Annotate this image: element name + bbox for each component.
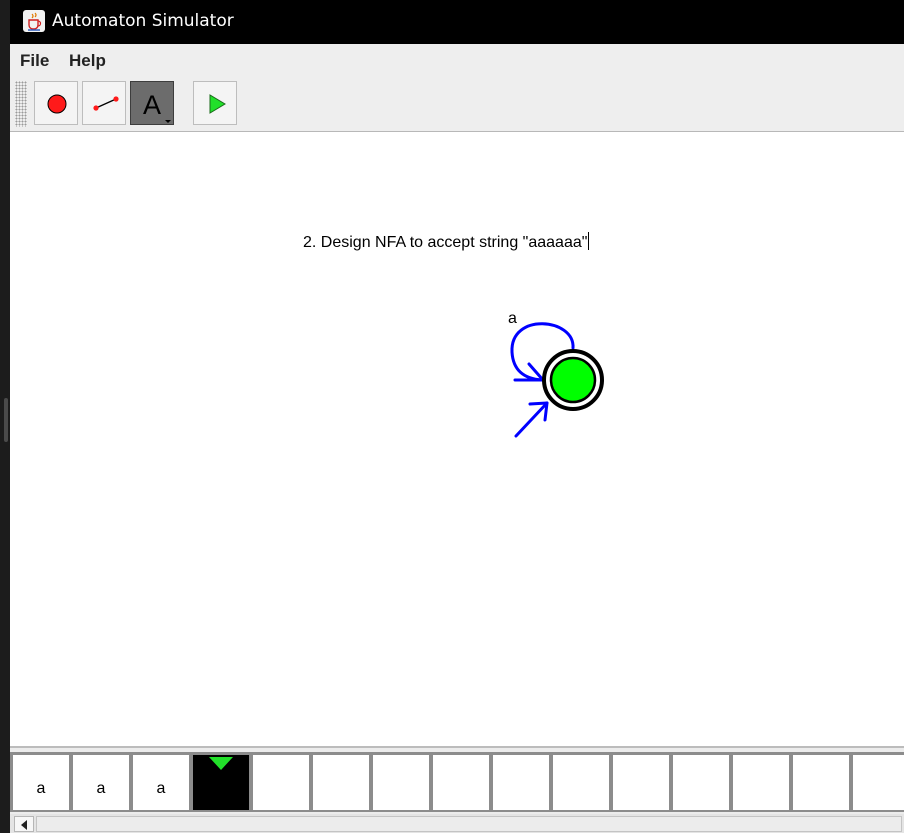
tape-cell[interactable] (373, 755, 429, 810)
tape-cell[interactable]: a (13, 755, 69, 810)
automaton-canvas[interactable]: 2. Design NFA to accept string "aaaaaa" … (10, 132, 904, 746)
transition-symbol-label: a (508, 310, 517, 327)
tape-cell[interactable]: a (133, 755, 189, 810)
state-tool-button[interactable] (34, 81, 78, 125)
tape-horizontal-scrollbar[interactable] (10, 814, 904, 833)
scroll-track[interactable] (36, 816, 902, 832)
menu-file[interactable]: File (20, 51, 49, 71)
tape-cell[interactable] (253, 755, 309, 810)
window-title: Automaton Simulator (52, 11, 234, 31)
menu-help[interactable]: Help (69, 51, 106, 71)
tape-cell[interactable] (553, 755, 609, 810)
tape-cell[interactable] (853, 755, 904, 810)
tape-cell[interactable] (793, 755, 849, 810)
initial-state-arrow (514, 401, 549, 438)
letter-a-icon: A (143, 90, 171, 123)
input-tape: aaa (10, 752, 904, 812)
transition-line-icon (93, 96, 119, 111)
java-coffee-cup-icon (23, 10, 45, 32)
automaton-diagram: a (508, 310, 604, 438)
green-play-icon (209, 94, 226, 114)
tape-cell[interactable] (733, 755, 789, 810)
tape-cell[interactable] (313, 755, 369, 810)
tape-cell[interactable] (673, 755, 729, 810)
transition-tool-button[interactable] (82, 81, 126, 125)
tape-cell[interactable] (493, 755, 549, 810)
tape-cell[interactable] (613, 755, 669, 810)
scroll-left-arrow-icon[interactable] (14, 816, 34, 832)
tape-cell-head[interactable] (193, 755, 249, 810)
state-node[interactable] (542, 349, 604, 411)
toolbar-grip[interactable] (15, 81, 27, 127)
run-simulation-button[interactable] (193, 81, 237, 125)
text-tool-button[interactable]: A (130, 81, 174, 125)
tape-head-marker-icon (209, 757, 233, 770)
tape-cell[interactable] (433, 755, 489, 810)
red-circle-icon (47, 94, 67, 114)
tape-cell[interactable]: a (73, 755, 129, 810)
menu-bar: File Help (10, 44, 904, 76)
toolbar: A (10, 76, 904, 132)
title-bar: Automaton Simulator (10, 0, 904, 44)
input-tape-panel: aaa (10, 746, 904, 833)
window-resize-handle[interactable] (4, 398, 8, 442)
text-tool-glyph: A (143, 90, 161, 120)
